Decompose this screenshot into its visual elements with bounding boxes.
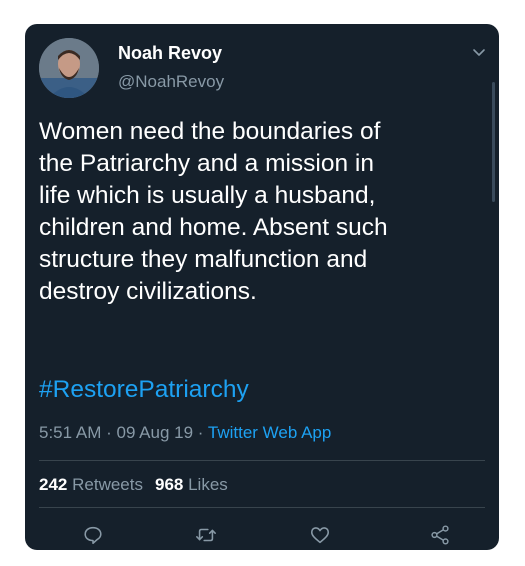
avatar[interactable] [39, 38, 99, 98]
likes-count: 968 [154, 475, 184, 494]
action-bar [25, 522, 499, 548]
retweet-icon[interactable] [193, 522, 219, 548]
tweet-date[interactable]: 09 Aug 19 [116, 423, 193, 442]
divider [39, 507, 485, 508]
tweet-meta: 5:51 AM · 09 Aug 19 · Twitter Web App [39, 423, 331, 443]
divider [39, 460, 485, 461]
meta-separator: · [193, 423, 208, 442]
author-name[interactable]: Noah Revoy [118, 43, 222, 64]
tweet-card: Noah Revoy @NoahRevoy Women need the bou… [25, 24, 499, 550]
chevron-down-icon[interactable] [471, 44, 487, 60]
likes-stat[interactable]: 968 Likes [155, 475, 228, 494]
likes-label: Likes [188, 475, 228, 494]
scrollbar[interactable] [492, 82, 495, 202]
tweet-source-link[interactable]: Twitter Web App [208, 423, 331, 442]
meta-separator: · [101, 423, 117, 442]
reply-icon[interactable] [80, 522, 106, 548]
retweets-label: Retweets [72, 475, 143, 494]
retweets-count: 242 [39, 475, 68, 494]
retweets-stat[interactable]: 242 Retweets [39, 475, 143, 494]
tweet-text: Women need the boundaries of the Patriar… [39, 118, 388, 305]
hashtag-link[interactable]: #RestorePatriarchy [39, 376, 249, 404]
author-handle[interactable]: @NoahRevoy [118, 72, 224, 92]
share-icon[interactable] [427, 522, 453, 548]
tweet-time[interactable]: 5:51 AM [39, 423, 101, 442]
tweet-stats: 242 Retweets 968 Likes [39, 475, 228, 495]
heart-icon[interactable] [307, 522, 333, 548]
